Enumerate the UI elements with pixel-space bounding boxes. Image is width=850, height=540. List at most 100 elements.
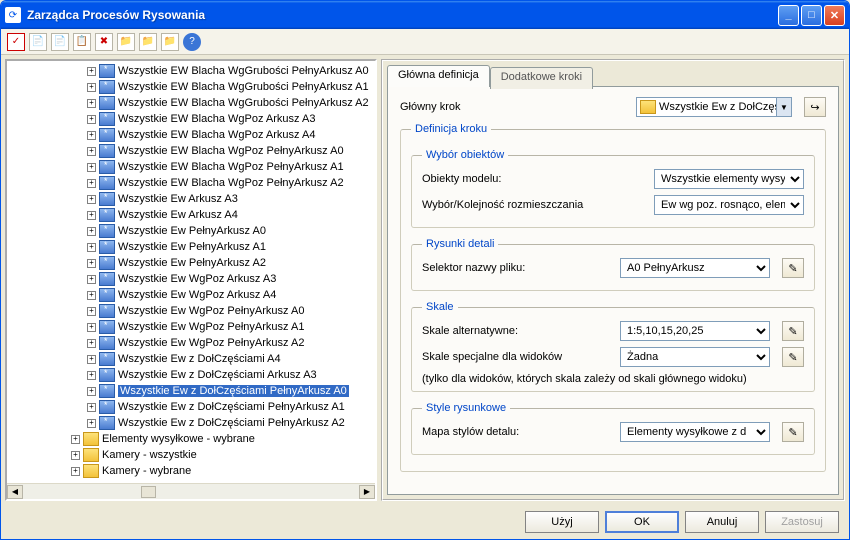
- expand-icon[interactable]: +: [87, 403, 96, 412]
- expand-icon[interactable]: +: [87, 387, 96, 396]
- process-icon: [99, 176, 115, 190]
- tool-folder1-icon[interactable]: 📁: [117, 33, 135, 51]
- expand-icon[interactable]: +: [71, 467, 80, 476]
- expand-icon[interactable]: +: [87, 147, 96, 156]
- tree-item-label: Wszystkie Ew Arkusz A4: [118, 209, 238, 221]
- tree-item[interactable]: + Wszystkie Ew PełnyArkusz A2: [7, 255, 375, 271]
- scroll-track[interactable]: [23, 485, 359, 499]
- spec-scale-combo[interactable]: Żadna: [620, 347, 770, 367]
- tree-item[interactable]: +Wszystkie Ew z DołCzęściami PełnyArkusz…: [7, 415, 375, 431]
- tree-item[interactable]: +Kamery - wybrane: [7, 463, 375, 479]
- file-selector-combo[interactable]: A0 PełnyArkusz: [620, 258, 770, 278]
- expand-icon[interactable]: +: [87, 115, 96, 124]
- footer: Użyj OK Anuluj Zastosuj: [1, 505, 849, 539]
- order-combo[interactable]: Ew wg poz. rosnąco, element: [654, 195, 804, 215]
- tree-item-label: Kamery - wszystkie: [102, 449, 197, 461]
- tree-item[interactable]: +Wszystkie EW Blacha WgPoz PełnyArkusz A…: [7, 143, 375, 159]
- main-step-go-button[interactable]: ↪: [804, 97, 826, 117]
- tree-item-label: Wszystkie EW Blacha WgPoz PełnyArkusz A1: [118, 161, 344, 173]
- expand-icon[interactable]: +: [87, 419, 96, 428]
- file-selector-edit-button[interactable]: ✎: [782, 258, 804, 278]
- expand-icon[interactable]: +: [87, 323, 96, 332]
- style-map-label: Mapa stylów detalu:: [422, 426, 612, 438]
- expand-icon[interactable]: +: [87, 67, 96, 76]
- expand-icon[interactable]: +: [87, 355, 96, 364]
- tree-item[interactable]: +Wszystkie Ew PełnyArkusz A0: [7, 223, 375, 239]
- expand-icon[interactable]: +: [87, 211, 96, 220]
- tree-item[interactable]: +Wszystkie Ew Arkusz A3: [7, 191, 375, 207]
- tree-item[interactable]: +Wszystkie Ew WgPoz PełnyArkusz A2: [7, 335, 375, 351]
- expand-icon[interactable]: +: [87, 227, 96, 236]
- tool-check-icon[interactable]: ✓: [7, 33, 25, 51]
- tree-item[interactable]: +Wszystkie EW Blacha WgGrubości PełnyArk…: [7, 63, 375, 79]
- expand-icon[interactable]: +: [87, 307, 96, 316]
- tree-item[interactable]: +Wszystkie EW Blacha WgGrubości PełnyArk…: [7, 79, 375, 95]
- use-button[interactable]: Użyj: [525, 511, 599, 533]
- tree-item[interactable]: +Wszystkie Ew z DołCzęściami PełnyArkusz…: [7, 383, 375, 399]
- minimize-button[interactable]: _: [778, 5, 799, 26]
- scroll-right-icon[interactable]: ▶: [359, 485, 375, 499]
- tree-item[interactable]: +Wszystkie EW Blacha WgGrubości PełnyArk…: [7, 95, 375, 111]
- tree-hscrollbar[interactable]: ◀ ▶: [7, 483, 375, 499]
- scroll-thumb[interactable]: [141, 486, 156, 498]
- close-button[interactable]: ✕: [824, 5, 845, 26]
- tool-folder3-icon[interactable]: 📁: [161, 33, 179, 51]
- scroll-left-icon[interactable]: ◀: [7, 485, 23, 499]
- expand-icon[interactable]: +: [87, 83, 96, 92]
- expand-icon[interactable]: +: [87, 195, 96, 204]
- tool-delete-icon[interactable]: ✖: [95, 33, 113, 51]
- tree-item[interactable]: + Wszystkie EW Blacha WgPoz PełnyArkusz A…: [7, 159, 375, 175]
- expand-icon[interactable]: +: [87, 371, 96, 380]
- tab-extra[interactable]: Dodatkowe kroki: [490, 67, 593, 89]
- spec-scale-edit-button[interactable]: ✎: [782, 347, 804, 367]
- style-map-combo[interactable]: Elementy wysyłkowe z d: [620, 422, 770, 442]
- tree-item[interactable]: +Elementy wysyłkowe - wybrane: [7, 431, 375, 447]
- expand-icon[interactable]: +: [87, 275, 96, 284]
- tree-item-label: Wszystkie Ew z DołCzęściami A4: [118, 353, 281, 365]
- expand-icon[interactable]: +: [71, 451, 80, 460]
- tree-item[interactable]: +Wszystkie Ew z DołCzęściami PełnyArkusz…: [7, 399, 375, 415]
- tree-item[interactable]: +Wszystkie Ew WgPoz Arkusz A4: [7, 287, 375, 303]
- maximize-button[interactable]: □: [801, 5, 822, 26]
- tree-item[interactable]: + Wszystkie Ew Arkusz A4: [7, 207, 375, 223]
- tree-item[interactable]: +Wszystkie Ew WgPoz PełnyArkusz A0: [7, 303, 375, 319]
- chevron-down-icon[interactable]: ▼: [776, 98, 791, 116]
- alt-scale-combo[interactable]: 1:5,10,15,20,25: [620, 321, 770, 341]
- tab-main[interactable]: Główna definicja: [387, 65, 490, 87]
- tree-item[interactable]: +Wszystkie EW Blacha WgPoz Arkusz A4: [7, 127, 375, 143]
- titlebar[interactable]: ⟳ Zarządca Procesów Rysowania _ □ ✕: [1, 1, 849, 29]
- expand-icon[interactable]: +: [71, 435, 80, 444]
- tool-help-icon[interactable]: ?: [183, 33, 201, 51]
- model-objects-combo[interactable]: Wszystkie elementy wysyłkov: [654, 169, 804, 189]
- process-icon: [99, 304, 115, 318]
- tree-item[interactable]: + Kamery - wszystkie: [7, 447, 375, 463]
- cancel-button[interactable]: Anuluj: [685, 511, 759, 533]
- expand-icon[interactable]: +: [87, 339, 96, 348]
- expand-icon[interactable]: +: [87, 243, 96, 252]
- tool-folder2-icon[interactable]: 📁: [139, 33, 157, 51]
- tree-item[interactable]: +Wszystkie Ew z DołCzęściami Arkusz A3: [7, 367, 375, 383]
- main-step-combo[interactable]: Wszystkie Ew z DołCzęś ▼: [636, 97, 792, 117]
- tool-copy-icon[interactable]: 📄: [51, 33, 69, 51]
- tool-paste-icon[interactable]: 📋: [73, 33, 91, 51]
- expand-icon[interactable]: +: [87, 163, 96, 172]
- tree[interactable]: +Wszystkie EW Blacha WgGrubości PełnyArk…: [7, 61, 375, 483]
- ok-button[interactable]: OK: [605, 511, 679, 533]
- process-icon: [99, 288, 115, 302]
- tree-item-label: Wszystkie Ew PełnyArkusz A2: [118, 257, 266, 269]
- tree-item[interactable]: +Wszystkie EW Blacha WgPoz Arkusz A3: [7, 111, 375, 127]
- expand-icon[interactable]: +: [87, 259, 96, 268]
- expand-icon[interactable]: +: [87, 179, 96, 188]
- tree-item[interactable]: +Wszystkie Ew PełnyArkusz A1: [7, 239, 375, 255]
- expand-icon[interactable]: +: [87, 291, 96, 300]
- tree-item[interactable]: +Wszystkie Ew WgPoz Arkusz A3: [7, 271, 375, 287]
- style-map-edit-button[interactable]: ✎: [782, 422, 804, 442]
- expand-icon[interactable]: +: [87, 131, 96, 140]
- tool-new-icon[interactable]: 📄: [29, 33, 47, 51]
- tree-item[interactable]: + Wszystkie Ew z DołCzęściami A4: [7, 351, 375, 367]
- tree-item[interactable]: +Wszystkie Ew WgPoz PełnyArkusz A1: [7, 319, 375, 335]
- apply-button[interactable]: Zastosuj: [765, 511, 839, 533]
- expand-icon[interactable]: +: [87, 99, 96, 108]
- alt-scale-edit-button[interactable]: ✎: [782, 321, 804, 341]
- tree-item[interactable]: +Wszystkie EW Blacha WgPoz PełnyArkusz A…: [7, 175, 375, 191]
